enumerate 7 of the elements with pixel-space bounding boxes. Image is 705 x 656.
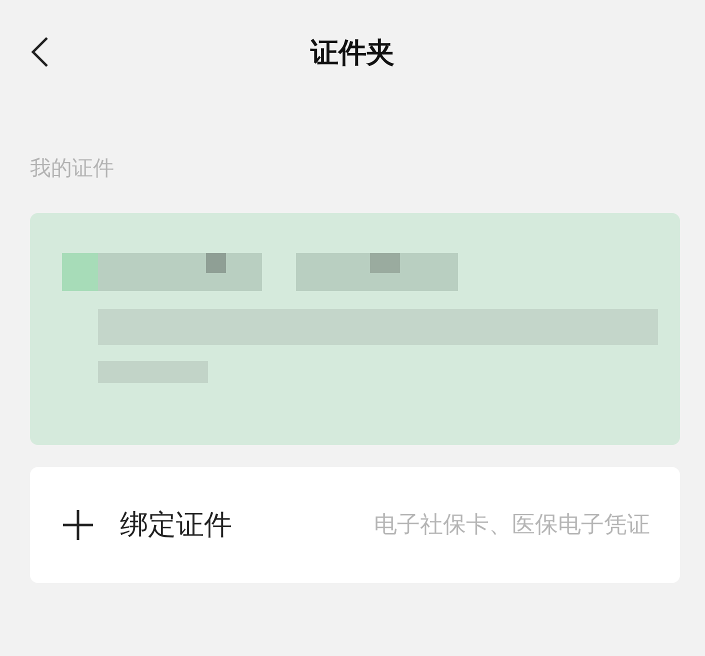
bind-label: 绑定证件	[120, 507, 232, 543]
bind-certificate-row[interactable]: 绑定证件 电子社保卡、医保电子凭证	[30, 467, 680, 583]
back-icon[interactable]	[30, 36, 50, 68]
page-title: 证件夹	[310, 34, 394, 70]
plus-icon	[62, 509, 94, 541]
hint-text: 电子社保卡、医保电子凭证	[374, 510, 650, 540]
section-label: 我的证件	[30, 156, 114, 180]
